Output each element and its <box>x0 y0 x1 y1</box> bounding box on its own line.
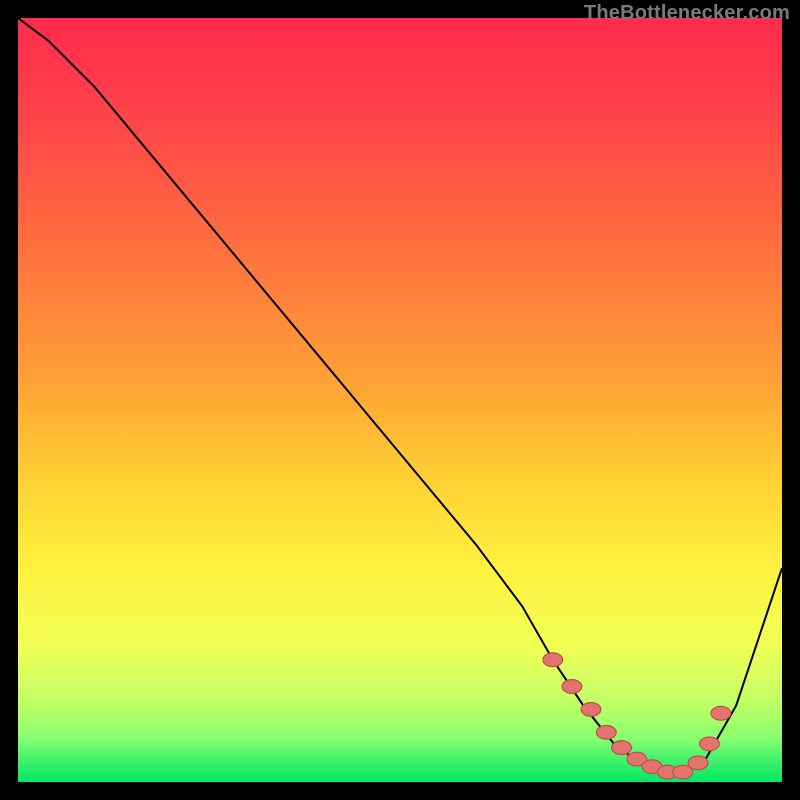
chart-frame: TheBottlenecker.com <box>0 0 800 800</box>
marker-dot <box>581 703 601 717</box>
marker-dot <box>699 737 719 751</box>
watermark-text: TheBottlenecker.com <box>584 2 790 25</box>
marker-dot <box>612 741 632 755</box>
marker-dot <box>543 653 563 667</box>
curve-layer <box>18 18 782 782</box>
bottleneck-curve <box>18 18 782 774</box>
plot-area <box>18 18 782 782</box>
marker-dot <box>711 706 731 720</box>
marker-dot <box>688 756 708 770</box>
marker-dot <box>596 725 616 739</box>
optimal-range-dots <box>543 653 731 779</box>
marker-dot <box>562 680 582 694</box>
